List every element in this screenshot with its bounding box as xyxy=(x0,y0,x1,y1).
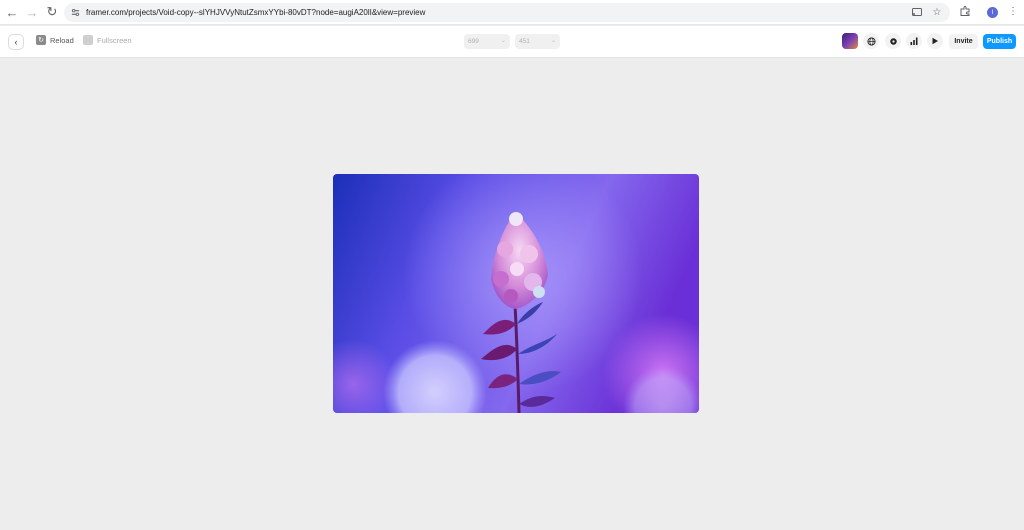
height-value: 451 xyxy=(519,38,530,45)
preview-image xyxy=(333,174,699,413)
browser-forward-button[interactable]: → xyxy=(22,2,42,22)
width-select[interactable]: 699 ⌄ xyxy=(464,34,510,49)
publish-button[interactable]: Publish xyxy=(983,34,1016,49)
reload-label: Reload xyxy=(50,35,74,45)
star-icon[interactable]: ☆ xyxy=(930,5,944,19)
browser-reload-button[interactable]: ↻ xyxy=(42,2,62,22)
globe-icon[interactable] xyxy=(863,33,879,49)
cast-icon[interactable] xyxy=(910,5,924,19)
chevron-down-icon: ⌄ xyxy=(500,38,506,44)
browser-toolbar: ← → ↻ framer.com/projects/Void-copy--slY… xyxy=(0,0,1024,25)
height-select[interactable]: 451 ⌄ xyxy=(515,34,560,49)
fullscreen-button[interactable]: Fullscreen xyxy=(83,35,132,45)
reload-preview-button[interactable]: ↻ Reload xyxy=(36,35,74,45)
analytics-icon[interactable] xyxy=(906,33,922,49)
play-icon[interactable] xyxy=(927,33,943,49)
chevron-left-icon: ‹ xyxy=(14,37,18,47)
extensions-icon[interactable] xyxy=(958,4,972,18)
address-bar[interactable]: framer.com/projects/Void-copy--slYHJVVyN… xyxy=(64,3,950,22)
invite-button[interactable]: Invite xyxy=(949,34,978,49)
browser-back-button[interactable]: ← xyxy=(2,2,22,22)
fullscreen-icon xyxy=(83,35,93,45)
url-text[interactable]: framer.com/projects/Void-copy--slYHJVVyN… xyxy=(86,8,425,17)
gear-icon[interactable] xyxy=(885,33,901,49)
project-thumbnail[interactable] xyxy=(842,33,858,49)
kebab-menu-icon[interactable]: ⋮ xyxy=(1006,4,1020,18)
site-info-icon[interactable] xyxy=(67,5,83,21)
reload-icon: ↻ xyxy=(36,35,46,45)
flower-photo xyxy=(333,174,699,413)
close-preview-button[interactable]: ‹ xyxy=(8,34,24,50)
back-arrow-icon: ← xyxy=(5,4,19,20)
forward-arrow-icon: → xyxy=(25,4,39,20)
chevron-down-icon: ⌄ xyxy=(550,38,556,44)
width-value: 699 xyxy=(468,38,479,45)
framer-preview-toolbar: ‹ ↻ Reload Fullscreen 699 ⌄ 451 ⌄ Invite… xyxy=(0,26,1024,58)
fullscreen-label: Fullscreen xyxy=(97,35,132,45)
profile-avatar[interactable]: I xyxy=(987,7,998,18)
reload-icon: ↻ xyxy=(46,4,58,19)
